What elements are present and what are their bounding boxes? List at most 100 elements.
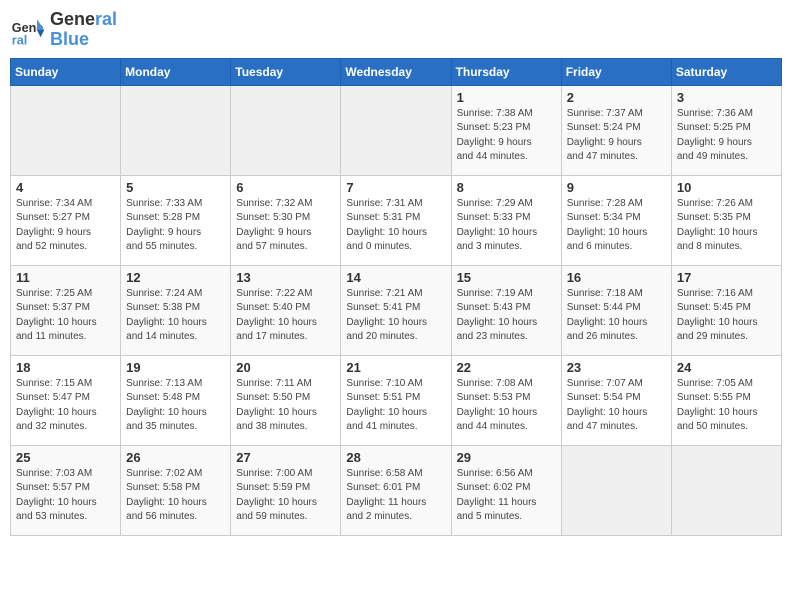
day-number: 11: [16, 270, 115, 285]
day-info: Sunrise: 7:08 AM Sunset: 5:53 PM Dayligh…: [457, 377, 556, 435]
weekday-header: Sunday: [11, 58, 121, 85]
day-info: Sunrise: 7:25 AM Sunset: 5:37 PM Dayligh…: [16, 287, 115, 345]
calendar-week-row: 11 Sunrise: 7:25 AM Sunset: 5:37 PM Dayli…: [11, 265, 782, 355]
calendar-cell: 26 Sunrise: 7:02 AM Sunset: 5:58 PM Dayli…: [121, 445, 231, 535]
weekday-header: Friday: [561, 58, 671, 85]
day-number: 23: [567, 360, 666, 375]
day-number: 7: [346, 180, 445, 195]
day-info: Sunrise: 7:18 AM Sunset: 5:44 PM Dayligh…: [567, 287, 666, 345]
day-info: Sunrise: 7:11 AM Sunset: 5:50 PM Dayligh…: [236, 377, 335, 435]
calendar-cell: 14Sunrise: 7:21 AM Sunset: 5:41 PM Dayli…: [341, 265, 451, 355]
calendar-week-row: 4 Sunrise: 7:34 AM Sunset: 5:27 PM Daylig…: [11, 175, 782, 265]
calendar-cell: 10 Sunrise: 7:26 AM Sunset: 5:35 PM Dayli…: [671, 175, 781, 265]
day-info: Sunrise: 7:34 AM Sunset: 5:27 PM Dayligh…: [16, 197, 115, 255]
day-number: 3: [677, 90, 776, 105]
day-number: 19: [126, 360, 225, 375]
calendar-cell: 8 Sunrise: 7:29 AM Sunset: 5:33 PM Daylig…: [451, 175, 561, 265]
day-number: 1: [457, 90, 556, 105]
calendar-table: SundayMondayTuesdayWednesdayThursdayFrid…: [10, 58, 782, 536]
calendar-cell: [561, 445, 671, 535]
day-number: 4: [16, 180, 115, 195]
day-number: 14: [346, 270, 445, 285]
day-info: Sunrise: 7:03 AM Sunset: 5:57 PM Dayligh…: [16, 467, 115, 525]
logo-text: GeneralBlue: [50, 10, 117, 50]
calendar-cell: 17 Sunrise: 7:16 AM Sunset: 5:45 PM Dayli…: [671, 265, 781, 355]
calendar-cell: 18 Sunrise: 7:15 AM Sunset: 5:47 PM Dayli…: [11, 355, 121, 445]
day-info: Sunrise: 7:07 AM Sunset: 5:54 PM Dayligh…: [567, 377, 666, 435]
calendar-week-row: 1 Sunrise: 7:38 AM Sunset: 5:23 PM Daylig…: [11, 85, 782, 175]
day-number: 25: [16, 450, 115, 465]
calendar-cell: 19 Sunrise: 7:13 AM Sunset: 5:48 PM Dayli…: [121, 355, 231, 445]
weekday-header: Wednesday: [341, 58, 451, 85]
day-number: 9: [567, 180, 666, 195]
weekday-header-row: SundayMondayTuesdayWednesdayThursdayFrid…: [11, 58, 782, 85]
day-info: Sunrise: 7:13 AM Sunset: 5:48 PM Dayligh…: [126, 377, 225, 435]
svg-text:ral: ral: [12, 33, 27, 47]
day-number: 26: [126, 450, 225, 465]
calendar-cell: 9 Sunrise: 7:28 AM Sunset: 5:34 PM Daylig…: [561, 175, 671, 265]
day-info: Sunrise: 7:29 AM Sunset: 5:33 PM Dayligh…: [457, 197, 556, 255]
calendar-cell: 21Sunrise: 7:10 AM Sunset: 5:51 PM Dayli…: [341, 355, 451, 445]
day-info: Sunrise: 7:31 AM Sunset: 5:31 PM Dayligh…: [346, 197, 445, 255]
weekday-header: Monday: [121, 58, 231, 85]
calendar-cell: 25 Sunrise: 7:03 AM Sunset: 5:57 PM Dayli…: [11, 445, 121, 535]
calendar-cell: 7 Sunrise: 7:31 AM Sunset: 5:31 PM Daylig…: [341, 175, 451, 265]
day-info: Sunrise: 7:37 AM Sunset: 5:24 PM Dayligh…: [567, 107, 666, 165]
day-info: Sunrise: 7:38 AM Sunset: 5:23 PM Dayligh…: [457, 107, 556, 165]
calendar-cell: 24 Sunrise: 7:05 AM Sunset: 5:55 PM Dayli…: [671, 355, 781, 445]
calendar-cell: [121, 85, 231, 175]
calendar-cell: 4 Sunrise: 7:34 AM Sunset: 5:27 PM Daylig…: [11, 175, 121, 265]
weekday-header: Saturday: [671, 58, 781, 85]
day-number: 29: [457, 450, 556, 465]
day-number: 16: [567, 270, 666, 285]
calendar-cell: [11, 85, 121, 175]
day-info: Sunrise: 6:58 AM Sunset: 6:01 PM Dayligh…: [346, 467, 445, 525]
calendar-cell: 12 Sunrise: 7:24 AM Sunset: 5:38 PM Dayli…: [121, 265, 231, 355]
calendar-cell: 5Sunrise: 7:33 AM Sunset: 5:28 PM Daylig…: [121, 175, 231, 265]
day-number: 15: [457, 270, 556, 285]
day-info: Sunrise: 7:32 AM Sunset: 5:30 PM Dayligh…: [236, 197, 335, 255]
day-number: 21: [346, 360, 445, 375]
day-info: Sunrise: 7:02 AM Sunset: 5:58 PM Dayligh…: [126, 467, 225, 525]
calendar-cell: 16 Sunrise: 7:18 AM Sunset: 5:44 PM Dayli…: [561, 265, 671, 355]
calendar-cell: 3 Sunrise: 7:36 AM Sunset: 5:25 PM Daylig…: [671, 85, 781, 175]
day-number: 24: [677, 360, 776, 375]
day-number: 20: [236, 360, 335, 375]
day-number: 13: [236, 270, 335, 285]
calendar-cell: 11 Sunrise: 7:25 AM Sunset: 5:37 PM Dayli…: [11, 265, 121, 355]
day-number: 8: [457, 180, 556, 195]
day-number: 17: [677, 270, 776, 285]
calendar-cell: 1 Sunrise: 7:38 AM Sunset: 5:23 PM Daylig…: [451, 85, 561, 175]
day-info: Sunrise: 7:05 AM Sunset: 5:55 PM Dayligh…: [677, 377, 776, 435]
day-info: Sunrise: 6:56 AM Sunset: 6:02 PM Dayligh…: [457, 467, 556, 525]
day-info: Sunrise: 7:28 AM Sunset: 5:34 PM Dayligh…: [567, 197, 666, 255]
calendar-cell: 13Sunrise: 7:22 AM Sunset: 5:40 PM Dayli…: [231, 265, 341, 355]
day-info: Sunrise: 7:16 AM Sunset: 5:45 PM Dayligh…: [677, 287, 776, 345]
day-info: Sunrise: 7:33 AM Sunset: 5:28 PM Dayligh…: [126, 197, 225, 255]
day-number: 12: [126, 270, 225, 285]
day-number: 28: [346, 450, 445, 465]
calendar-cell: 29 Sunrise: 6:56 AM Sunset: 6:02 PM Dayli…: [451, 445, 561, 535]
calendar-cell: [231, 85, 341, 175]
calendar-week-row: 18 Sunrise: 7:15 AM Sunset: 5:47 PM Dayli…: [11, 355, 782, 445]
logo: Gene ral GeneralBlue: [10, 10, 117, 50]
calendar-cell: [341, 85, 451, 175]
day-info: Sunrise: 7:15 AM Sunset: 5:47 PM Dayligh…: [16, 377, 115, 435]
day-number: 10: [677, 180, 776, 195]
weekday-header: Thursday: [451, 58, 561, 85]
day-info: Sunrise: 7:24 AM Sunset: 5:38 PM Dayligh…: [126, 287, 225, 345]
calendar-cell: 23 Sunrise: 7:07 AM Sunset: 5:54 PM Dayli…: [561, 355, 671, 445]
day-number: 27: [236, 450, 335, 465]
day-number: 18: [16, 360, 115, 375]
day-number: 22: [457, 360, 556, 375]
day-info: Sunrise: 7:26 AM Sunset: 5:35 PM Dayligh…: [677, 197, 776, 255]
day-info: Sunrise: 7:19 AM Sunset: 5:43 PM Dayligh…: [457, 287, 556, 345]
day-info: Sunrise: 7:36 AM Sunset: 5:25 PM Dayligh…: [677, 107, 776, 165]
calendar-cell: 28 Sunrise: 6:58 AM Sunset: 6:01 PM Dayli…: [341, 445, 451, 535]
page-header: Gene ral GeneralBlue: [10, 10, 782, 50]
calendar-cell: 15 Sunrise: 7:19 AM Sunset: 5:43 PM Dayli…: [451, 265, 561, 355]
calendar-cell: 2Sunrise: 7:37 AM Sunset: 5:24 PM Daylig…: [561, 85, 671, 175]
day-number: 6: [236, 180, 335, 195]
day-info: Sunrise: 7:00 AM Sunset: 5:59 PM Dayligh…: [236, 467, 335, 525]
weekday-header: Tuesday: [231, 58, 341, 85]
